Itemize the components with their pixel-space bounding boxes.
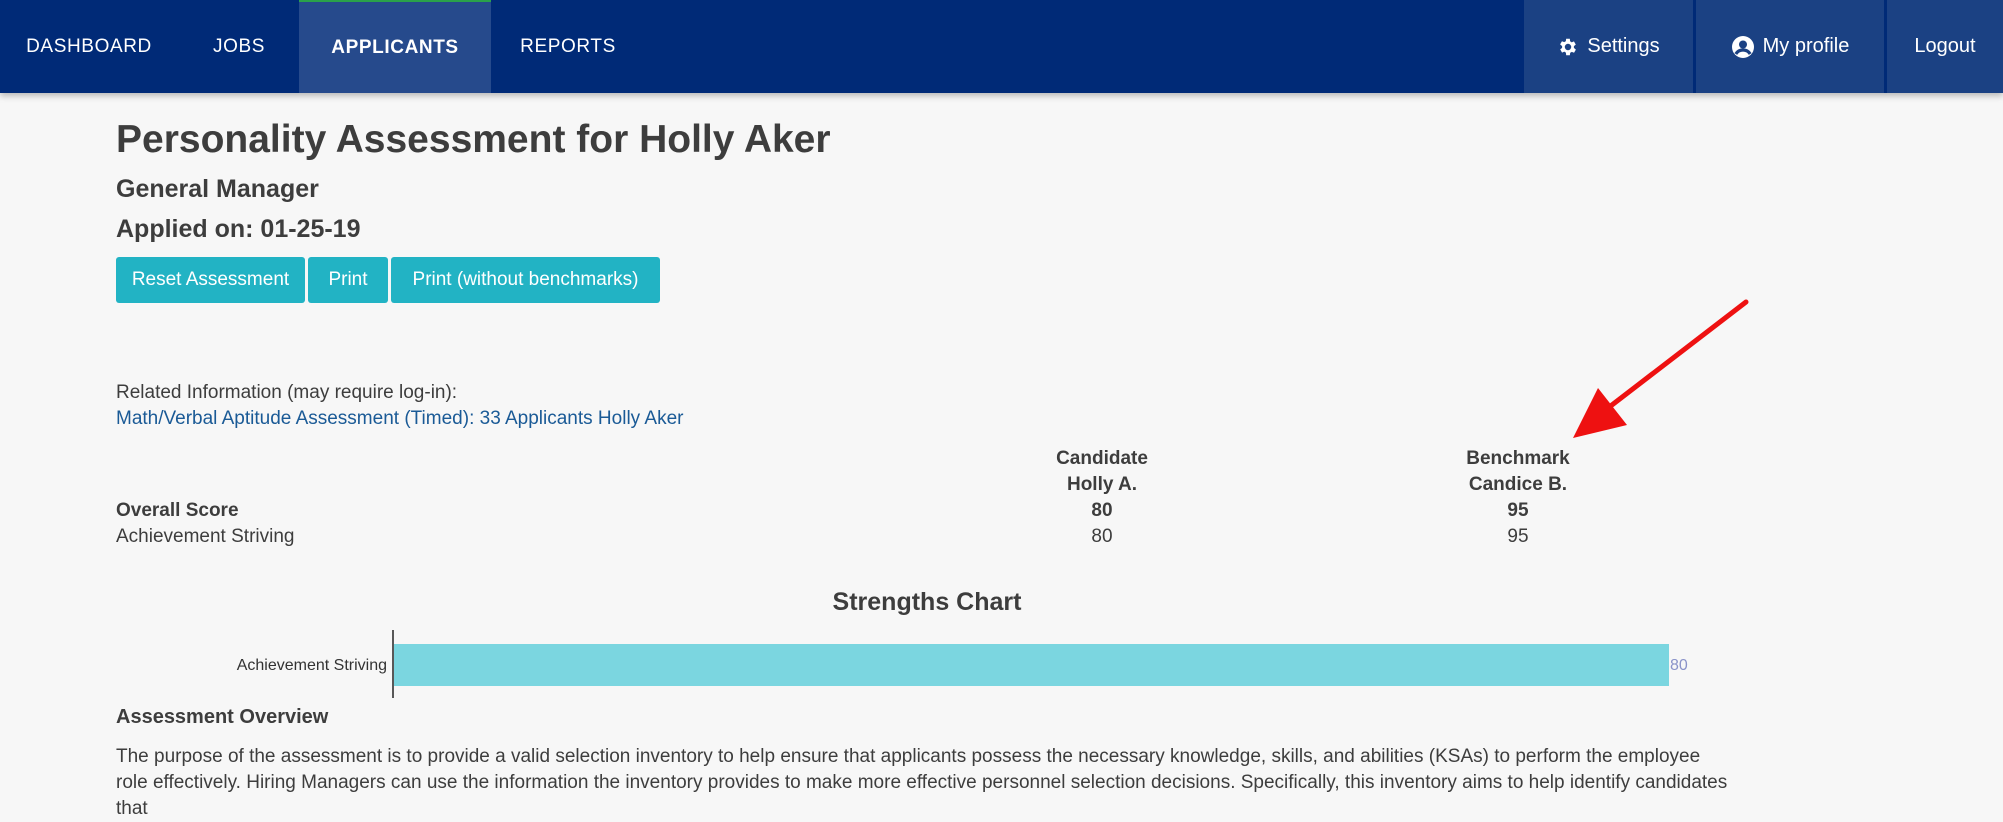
overall-score-label: Overall Score	[116, 500, 239, 521]
my-profile-button[interactable]: My profile	[1696, 0, 1884, 93]
print-without-benchmarks-button[interactable]: Print (without benchmarks)	[391, 257, 660, 303]
benchmark-name: Candice B.	[1468, 474, 1568, 495]
logout-button[interactable]: Logout	[1887, 0, 2003, 93]
reset-assessment-button[interactable]: Reset Assessment	[116, 257, 305, 303]
benchmark-header: Benchmark	[1466, 448, 1570, 469]
chart-category-label: Achievement Striving	[237, 657, 387, 674]
top-nav-bar: DASHBOARD JOBS APPLICANTS REPORTS Settin…	[0, 0, 2003, 93]
related-assessment-link[interactable]: Math/Verbal Aptitude Assessment (Timed):…	[116, 408, 683, 430]
nav-jobs[interactable]: JOBS	[178, 0, 300, 93]
nav-dashboard[interactable]: DASHBOARD	[0, 0, 178, 93]
candidate-name: Holly A.	[1066, 474, 1138, 495]
assessment-overview-text: The purpose of the assessment is to prov…	[116, 746, 1728, 819]
achievement-striving-candidate: 80	[1091, 526, 1113, 547]
settings-label: Settings	[1587, 35, 1660, 57]
candidate-header: Candidate	[1056, 448, 1148, 469]
related-info-label: Related Information (may require log-in)…	[116, 382, 458, 403]
gear-icon	[1560, 38, 1577, 55]
overall-score-benchmark: 95	[1507, 500, 1529, 521]
job-title: General Manager	[116, 175, 319, 203]
nav-reports[interactable]: REPORTS	[491, 0, 645, 93]
strengths-chart-title: Strengths Chart	[832, 588, 1022, 616]
page-title: Personality Assessment for Holly Aker	[116, 118, 831, 161]
print-button[interactable]: Print	[308, 257, 388, 303]
user-circle-icon	[1731, 35, 1754, 58]
achievement-striving-benchmark: 95	[1507, 526, 1529, 547]
overall-score-candidate: 80	[1091, 500, 1113, 521]
settings-button[interactable]: Settings	[1524, 0, 1693, 93]
my-profile-label: My profile	[1762, 35, 1850, 57]
strengths-chart: Achievement Striving 80	[237, 630, 1688, 698]
chart-value-label: 80	[1670, 657, 1688, 674]
assessment-overview-heading: Assessment Overview	[116, 706, 329, 728]
chart-bar	[394, 644, 1669, 686]
applied-date: Applied on: 01-25-19	[116, 215, 361, 243]
nav-applicants[interactable]: APPLICANTS	[299, 0, 491, 93]
achievement-striving-label: Achievement Striving	[116, 526, 295, 547]
